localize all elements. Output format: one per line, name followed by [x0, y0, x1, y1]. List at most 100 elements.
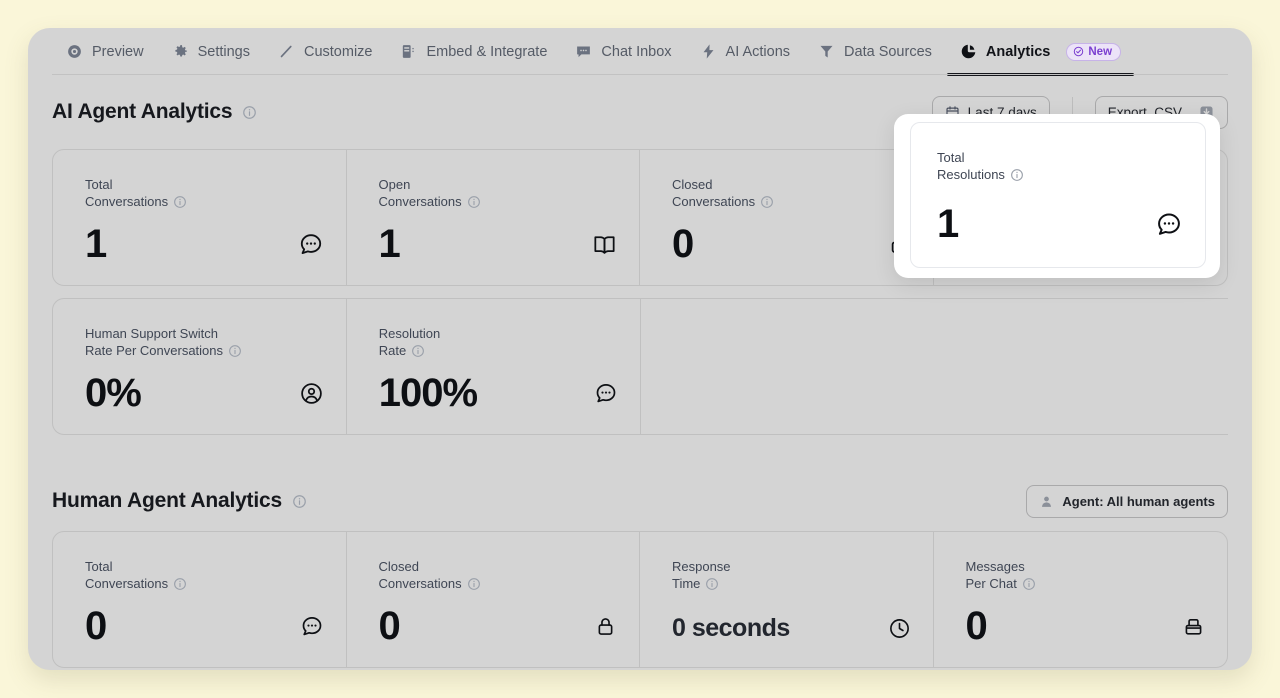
- page-title: AI Agent Analytics: [52, 100, 233, 123]
- grid-empty-cell: [934, 299, 1228, 434]
- tab-preview[interactable]: Preview: [52, 29, 158, 75]
- info-icon[interactable]: [760, 195, 774, 209]
- kpi-value-row: 0: [966, 605, 1206, 647]
- info-icon[interactable]: [705, 577, 719, 591]
- bolt-icon: [700, 43, 717, 60]
- info-icon[interactable]: [411, 344, 425, 358]
- kpi-card-total-conversations[interactable]: Total Conversations 1: [53, 150, 347, 285]
- kpi-label-line1: Closed: [672, 177, 713, 192]
- kpi-card-human-closed-conversations[interactable]: Closed Conversations 0: [347, 532, 640, 667]
- kpi-value: 0: [85, 604, 107, 648]
- agent-filter-button[interactable]: Agent: All human agents: [1026, 484, 1228, 518]
- kpi-label-line2: Conversations: [85, 194, 169, 209]
- badge-label: New: [1088, 45, 1113, 58]
- gear-icon: [172, 43, 189, 60]
- kpi-label-line2: Time: [672, 576, 701, 591]
- kpi-value: 0: [965, 604, 988, 648]
- spotlight-card[interactable]: Total Resolutions 1: [910, 122, 1206, 268]
- kpi-value-row: 0%: [85, 372, 324, 414]
- info-icon[interactable]: [242, 105, 257, 120]
- kpi-value: 1: [85, 222, 107, 266]
- info-icon[interactable]: [292, 494, 307, 509]
- embed-icon: [400, 43, 417, 60]
- chat-bubble-icon: [300, 614, 324, 638]
- tab-data-sources[interactable]: Data Sources: [804, 29, 946, 75]
- tab-label: Customize: [303, 43, 373, 60]
- kpi-label-line2: Conversations: [85, 576, 169, 591]
- inbox-icon: [1182, 615, 1205, 638]
- kpi-value: 1: [937, 202, 959, 246]
- funnel-icon: [818, 43, 835, 60]
- row-gap: [52, 286, 1228, 298]
- status-badge-new: New: [1066, 42, 1122, 61]
- kpi-value-row: 0 seconds: [672, 613, 911, 643]
- open-book-icon: [592, 232, 617, 257]
- kpi-value-row: 0: [672, 223, 911, 265]
- info-icon[interactable]: [467, 577, 481, 591]
- kpi-label-line1: Total: [85, 559, 113, 574]
- kpi-label: Open Conversations: [379, 176, 589, 210]
- tab-label: Preview: [92, 43, 144, 60]
- tab-label: Embed & Integrate: [426, 43, 548, 60]
- ai-kpi-grid-row2: Human Support Switch Rate Per Conversati…: [52, 298, 1228, 435]
- kpi-label-line1: Open: [378, 177, 411, 192]
- tab-chat-inbox[interactable]: Chat Inbox: [561, 29, 685, 75]
- tab-label: Settings: [197, 43, 250, 60]
- tab-ai-actions[interactable]: AI Actions: [686, 29, 804, 75]
- kpi-label-line2: Conversations: [378, 194, 462, 209]
- person-icon: [1039, 494, 1054, 509]
- kpi-label-line2: Rate: [378, 343, 407, 358]
- kpi-label-line1: Total: [937, 150, 965, 165]
- grid-empty-cell: [641, 299, 935, 434]
- kpi-label-line1: Total: [85, 177, 113, 192]
- tab-bar: Preview Settings Customize Embed & Integ…: [28, 28, 1252, 76]
- kpi-label: Total Resolutions: [937, 149, 1147, 183]
- kpi-card-human-total-conversations[interactable]: Total Conversations 0: [53, 532, 347, 667]
- spotlight-overlay-total-resolutions[interactable]: Total Resolutions 1: [894, 114, 1220, 278]
- kpi-card-resolution-rate[interactable]: Resolution Rate 100%: [347, 299, 641, 434]
- kpi-card-closed-conversations[interactable]: Closed Conversations 0: [640, 150, 934, 285]
- info-icon[interactable]: [173, 577, 187, 591]
- tab-analytics[interactable]: Analytics New: [946, 29, 1135, 76]
- kpi-label: Response Time: [672, 558, 882, 592]
- kpi-label-line2: Rate Per Conversations: [85, 343, 224, 358]
- kpi-value: 100%: [378, 371, 478, 415]
- info-icon[interactable]: [228, 344, 242, 358]
- kpi-value: 0: [378, 604, 401, 648]
- info-icon[interactable]: [1022, 577, 1036, 591]
- clock-icon: [888, 617, 911, 640]
- kpi-value: 0%: [85, 371, 142, 415]
- kpi-card-response-time[interactable]: Response Time 0 seconds: [640, 532, 934, 667]
- info-icon[interactable]: [1010, 168, 1024, 182]
- pencil-icon: [278, 43, 295, 60]
- kpi-value-row: 0: [379, 605, 618, 647]
- kpi-label-line2: Resolutions: [937, 167, 1005, 182]
- tab-embed-integrate[interactable]: Embed & Integrate: [386, 29, 561, 75]
- kpi-card-human-support-switch-rate[interactable]: Human Support Switch Rate Per Conversati…: [53, 299, 347, 434]
- kpi-card-messages-per-chat[interactable]: Messages Per Chat 0: [934, 532, 1228, 667]
- kpi-label-line1: Response: [672, 559, 731, 574]
- kpi-label-line1: Resolution: [378, 326, 441, 341]
- tab-label: Analytics: [985, 43, 1051, 60]
- kpi-value-row: 1: [85, 223, 324, 265]
- kpi-label-line2: Conversations: [672, 194, 756, 209]
- tab-label: Data Sources: [844, 43, 932, 60]
- kpi-value-row: 100%: [379, 372, 618, 414]
- info-icon[interactable]: [173, 195, 187, 209]
- agent-filter-label: Agent: All human agents: [1062, 493, 1215, 509]
- kpi-value-row: 0: [85, 605, 324, 647]
- tab-settings[interactable]: Settings: [158, 29, 264, 75]
- kpi-label: Closed Conversations: [672, 176, 882, 210]
- kpi-card-open-conversations[interactable]: Open Conversations 1: [347, 150, 640, 285]
- kpi-label: Total Conversations: [85, 176, 295, 210]
- kpi-label: Total Conversations: [85, 558, 295, 592]
- section-title-human: Human Agent Analytics: [52, 489, 282, 512]
- kpi-label-line2: Conversations: [378, 576, 462, 591]
- tab-customize[interactable]: Customize: [264, 29, 387, 75]
- lock-icon: [594, 615, 617, 638]
- kpi-label-line1: Messages: [965, 559, 1025, 574]
- info-icon[interactable]: [467, 195, 481, 209]
- tab-label: Chat Inbox: [601, 43, 672, 60]
- kpi-label-line1: Closed: [378, 559, 419, 574]
